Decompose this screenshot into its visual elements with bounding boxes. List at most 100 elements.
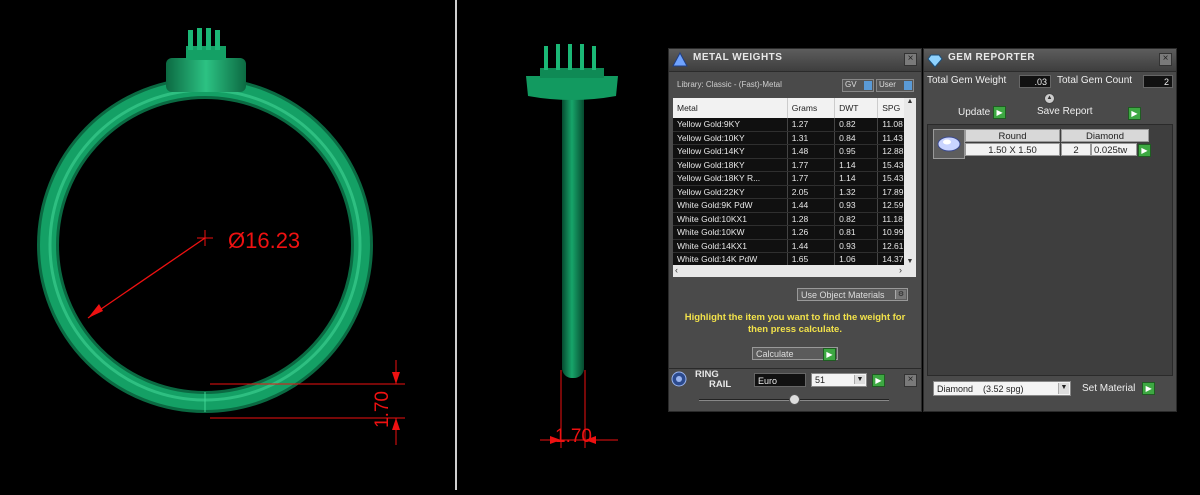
- table-row[interactable]: White Gold:10KW 1.26 0.81 10.99: [673, 225, 913, 240]
- table-cell: 0.84: [834, 131, 879, 145]
- prong: [215, 30, 220, 50]
- total-count-label: Total Gem Count: [1057, 75, 1133, 86]
- ring-head: [166, 58, 246, 92]
- metal-table: Metal Grams DWT SPG Yellow Gold:9KY 1.27 0…: [673, 98, 913, 267]
- side-shank: [562, 88, 584, 378]
- close-icon[interactable]: ×: [904, 374, 917, 387]
- diameter-label: Ø16.23: [228, 228, 300, 253]
- settings-icon[interactable]: ⚙: [895, 290, 906, 299]
- gem-reporter-title: GEM REPORTER: [948, 52, 1036, 63]
- scroll-down-icon[interactable]: ▼: [904, 258, 916, 265]
- side-head: [526, 76, 618, 100]
- user-toggle[interactable]: User: [876, 79, 914, 92]
- scroll-up-icon[interactable]: ▲: [904, 98, 916, 105]
- vertical-scrollbar[interactable]: ▲ ▼: [904, 98, 916, 265]
- collapse-handle-icon[interactable]: ▲: [1044, 93, 1055, 104]
- table-row[interactable]: White Gold:14KX1 1.44 0.93 12.61: [673, 239, 913, 253]
- column-header-metal[interactable]: Metal: [673, 98, 788, 118]
- gv-toggle[interactable]: GV: [842, 79, 874, 92]
- table-row[interactable]: Yellow Gold:9KY 1.27 0.82 11.08: [673, 118, 913, 132]
- table-cell: Yellow Gold:22KY: [673, 185, 788, 199]
- table-row[interactable]: Yellow Gold:22KY 2.05 1.32 17.89: [673, 185, 913, 199]
- table-cell: 1.26: [787, 225, 836, 240]
- table-cell: 0.82: [834, 212, 879, 226]
- table-row[interactable]: Yellow Gold:10KY 1.31 0.84 11.43: [673, 131, 913, 145]
- select-gem-icon[interactable]: ▶: [1138, 144, 1151, 157]
- gem-cut-header: Round: [965, 129, 1060, 142]
- ring-rail-panel: RING RAIL Euro 51 ▼ ▶ ×: [668, 368, 922, 412]
- side-ring-view: 1.70: [526, 44, 618, 448]
- table-cell: 0.81: [834, 225, 879, 240]
- table-cell: Yellow Gold:18KY R...: [673, 171, 788, 186]
- front-viewport[interactable]: Ø16.23 1.70: [0, 0, 455, 490]
- total-weight-value: .03: [1019, 75, 1051, 88]
- gem-reporter-titlebar: GEM REPORTER ×: [924, 49, 1176, 72]
- table-row[interactable]: Yellow Gold:14KY 1.48 0.95 12.88: [673, 144, 913, 159]
- column-header-grams[interactable]: Grams: [787, 98, 836, 118]
- ring-rail-icon: [671, 371, 687, 387]
- table-cell: 1.32: [834, 185, 879, 199]
- total-count-value: 2: [1143, 75, 1173, 88]
- calculate-button[interactable]: Calculate ▶: [752, 347, 838, 361]
- scroll-left-icon[interactable]: ‹: [675, 265, 678, 275]
- table-cell: 1.77: [787, 158, 836, 172]
- table-row[interactable]: White Gold:10KX1 1.28 0.82 11.18: [673, 212, 913, 226]
- gem-size: 1.50 X 1.50: [965, 143, 1060, 156]
- band-width-label: 1.70: [372, 391, 393, 428]
- horizontal-scrollbar[interactable]: ‹ ›: [673, 265, 916, 277]
- table-cell: 0.93: [834, 239, 879, 253]
- table-cell: White Gold:10KW: [673, 225, 788, 240]
- use-object-materials-field[interactable]: Use Object Materials ⚙: [797, 288, 908, 301]
- play-icon: ▶: [1142, 382, 1156, 395]
- table-row[interactable]: White Gold:14K PdW 1.65 1.06 14.37: [673, 252, 913, 267]
- table-cell: 1.77: [787, 171, 836, 186]
- toggle-indicator: [864, 81, 872, 90]
- table-cell: White Gold:14KX1: [673, 239, 788, 253]
- diameter-line: [87, 237, 206, 319]
- play-icon: ▶: [823, 348, 836, 361]
- table-cell: Yellow Gold:14KY: [673, 144, 788, 159]
- table-row[interactable]: White Gold:9K PdW 1.44 0.93 12.59: [673, 198, 913, 213]
- table-cell: 1.28: [787, 212, 836, 226]
- table-cell: 1.06: [834, 252, 879, 267]
- table-cell: White Gold:9K PdW: [673, 198, 788, 213]
- gem-thumbnail[interactable]: [933, 129, 965, 159]
- table-row[interactable]: Yellow Gold:18KY R... 1.77 1.14 15.43: [673, 171, 913, 186]
- scroll-right-icon[interactable]: ›: [899, 265, 902, 275]
- save-report-button[interactable]: Save Report ▶: [1037, 106, 1141, 120]
- metal-weights-title: METAL WEIGHTS: [693, 52, 783, 63]
- table-cell: 0.93: [834, 198, 879, 213]
- play-icon: ▶: [1128, 107, 1141, 120]
- ring-size-select[interactable]: 51 ▼: [811, 373, 867, 387]
- table-cell: 1.44: [787, 198, 836, 213]
- close-icon[interactable]: ×: [1159, 53, 1172, 66]
- update-button[interactable]: Update ▶: [958, 106, 1007, 119]
- table-cell: 1.44: [787, 239, 836, 253]
- ring-rail-title: RING RAIL: [695, 369, 732, 390]
- table-cell: Yellow Gold:9KY: [673, 118, 788, 132]
- table-cell: 1.31: [787, 131, 836, 145]
- gem-reporter-panel: GEM REPORTER × Total Gem Weight .03 Tota…: [923, 48, 1177, 412]
- apply-ring-size-icon[interactable]: ▶: [872, 374, 885, 387]
- diamond-icon: [927, 54, 943, 68]
- front-ring-view: Ø16.23 1.70: [37, 28, 405, 445]
- column-header-dwt[interactable]: DWT: [834, 98, 879, 118]
- table-row[interactable]: Yellow Gold:18KY 1.77 1.14 15.43: [673, 158, 913, 172]
- toggle-indicator: [904, 81, 912, 90]
- close-icon[interactable]: ×: [904, 53, 917, 66]
- material-select[interactable]: Diamond (3.52 spg) ▼: [933, 381, 1071, 396]
- table-cell: White Gold:10KX1: [673, 212, 788, 226]
- chevron-down-icon: ▼: [854, 375, 865, 384]
- table-cell: 1.14: [834, 158, 879, 172]
- chevron-down-icon: ▼: [1058, 383, 1069, 394]
- calculate-hint: Highlight the item you want to find the …: [684, 312, 906, 335]
- ring-standard-field[interactable]: Euro: [754, 373, 806, 387]
- slider-handle[interactable]: [789, 394, 800, 405]
- table-cell: 1.48: [787, 144, 836, 159]
- side-viewport[interactable]: 1.70: [458, 0, 668, 490]
- play-icon: ▶: [993, 106, 1007, 119]
- prong: [188, 30, 193, 50]
- table-cell: 0.82: [834, 118, 879, 132]
- set-material-button[interactable]: Set Material ▶: [1082, 382, 1156, 395]
- table-cell: White Gold:14K PdW: [673, 252, 788, 267]
